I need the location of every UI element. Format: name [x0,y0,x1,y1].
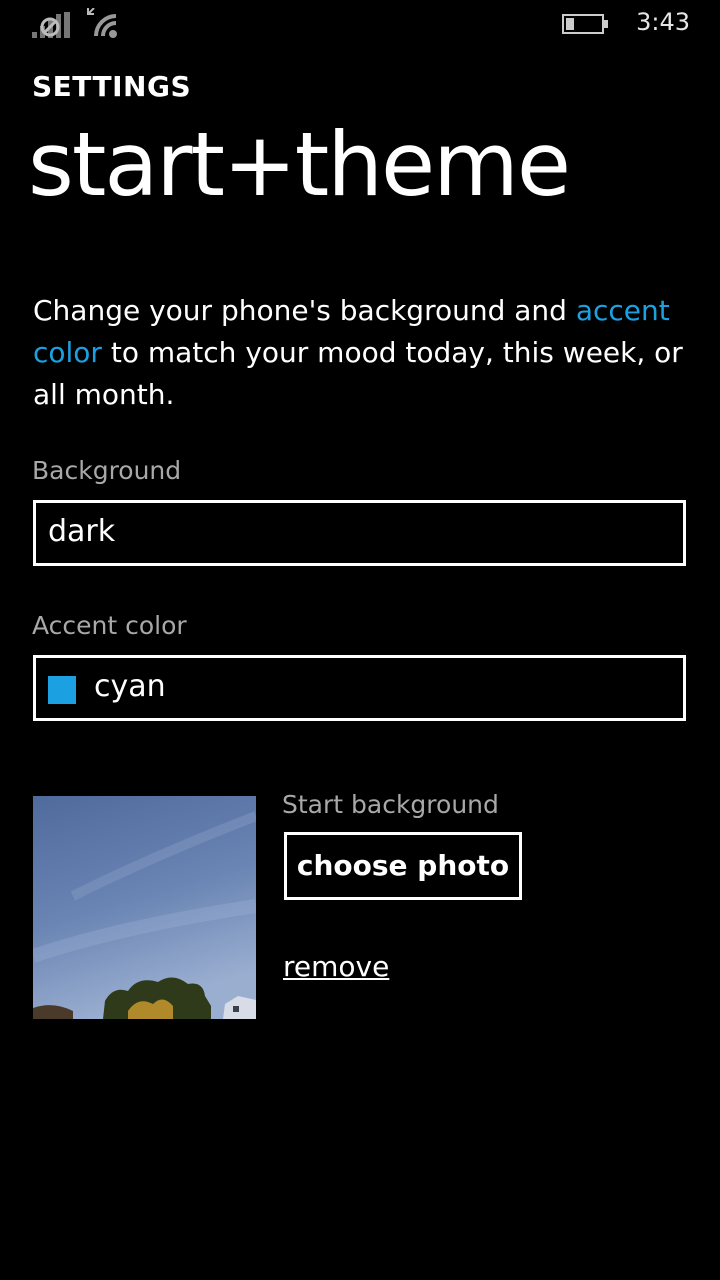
accent-color-swatch [48,676,76,704]
accent-color-label: Accent color [32,611,187,640]
status-bar: 3:43 [0,0,720,48]
page-title: start+theme [28,113,571,216]
app-title: SETTINGS [32,70,192,103]
description-text-before: Change your phone's background and [33,294,576,327]
background-value: dark [48,514,116,549]
status-clock: 3:43 [636,8,690,36]
choose-photo-button[interactable]: choose photo [284,832,522,900]
accent-color-value: cyan [94,669,166,704]
remove-photo-link[interactable]: remove [283,950,389,983]
wifi-icon [87,8,117,38]
start-background-thumbnail [33,796,256,1019]
page-description: Change your phone's background and accen… [33,290,693,416]
cellular-signal-icon [32,12,70,38]
description-text-after: to match your mood today, this week, or … [33,336,683,411]
battery-icon [562,14,608,34]
background-label: Background [32,456,182,485]
background-picker[interactable]: dark [33,500,686,566]
accent-color-picker[interactable]: cyan [33,655,686,721]
start-background-label: Start background [282,790,499,819]
